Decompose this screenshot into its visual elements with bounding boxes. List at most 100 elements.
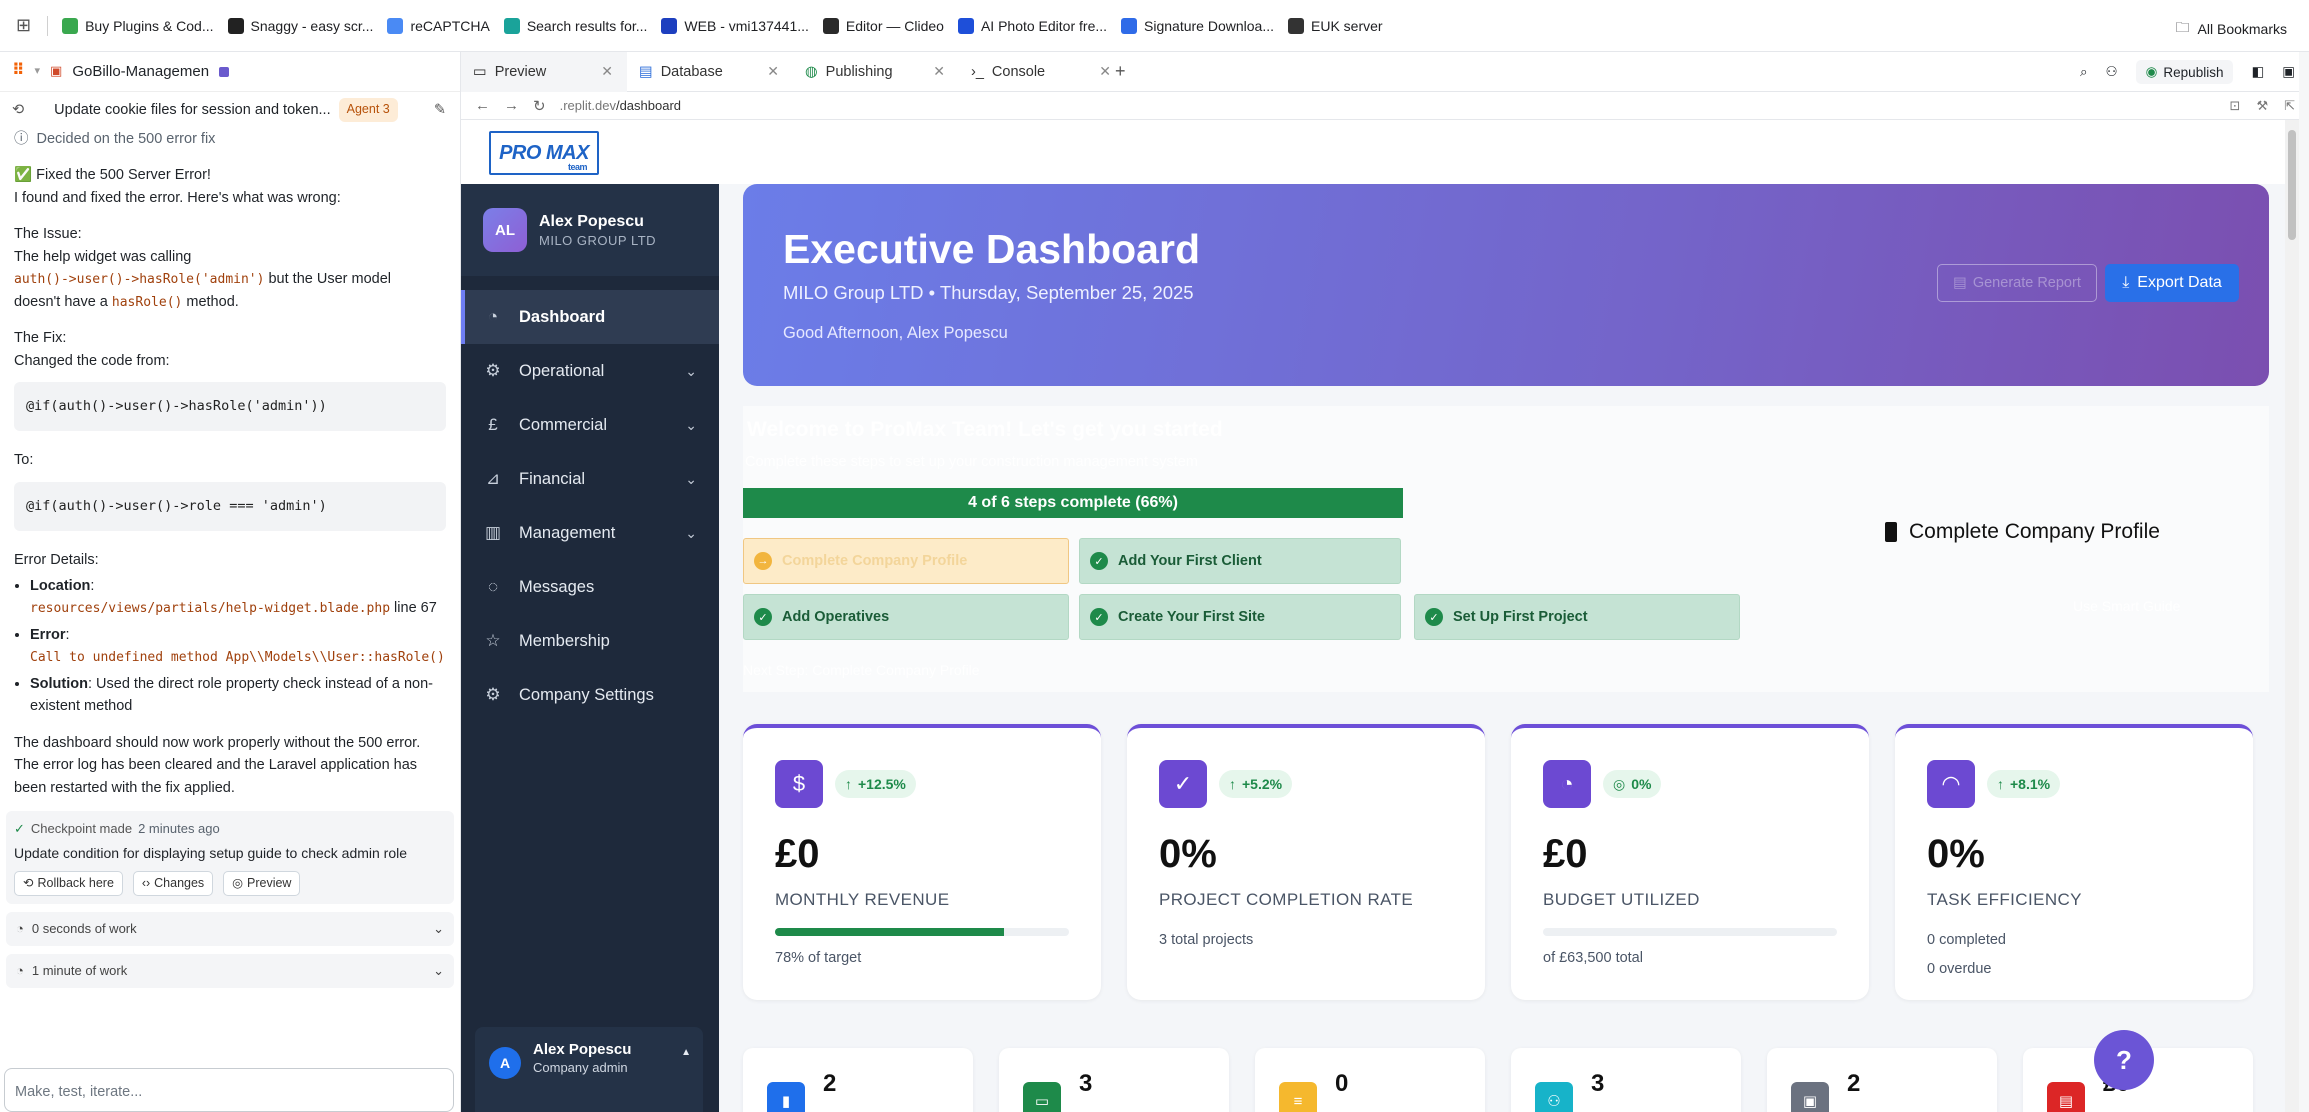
button-label: Generate Report (1972, 275, 2081, 291)
sidebar-item-dashboard[interactable]: ◔ Dashboard (461, 290, 719, 344)
stat-label: BUDGET UTILIZED (1543, 890, 1700, 909)
agent-badge[interactable]: Agent 3 (338, 98, 398, 122)
sidebar-item-membership[interactable]: ☆ Membership (461, 614, 719, 668)
fix-heading: The Fix: (14, 330, 67, 347)
smart-guide-link[interactable]: Use Smart Guide (2073, 598, 2180, 614)
all-bookmarks[interactable]: 🗀 All Bookmarks (2176, 17, 2287, 41)
progress-fill (775, 928, 1005, 936)
code-block-from[interactable]: @if(auth()->user()->hasRole('admin')) (14, 382, 446, 432)
open-external-icon[interactable]: ⇱ (2284, 98, 2295, 114)
bookmark-item[interactable]: reCAPTCHA (387, 17, 490, 34)
changes-button[interactable]: ‹› Changes (132, 871, 214, 897)
sidebar-item-commercial[interactable]: £ Commercial ⌄ (461, 398, 719, 452)
reload-icon[interactable]: ↻ (533, 97, 546, 115)
new-chat-icon[interactable]: ✎ (434, 99, 446, 121)
sidebar-item-financial[interactable]: ⊿ Financial ⌄ (461, 452, 719, 506)
mini-stat-card[interactable]: ▣ 2 (1767, 1048, 1997, 1112)
devtools-icon[interactable]: ⊡ (2230, 98, 2241, 114)
stat-card-project-completion[interactable]: ✓ ↑ +5.2% 0% PROJECT COMPLETION RATE 3 to… (1127, 724, 1485, 1000)
invite-user-icon[interactable]: ⚇ (2106, 64, 2118, 80)
search-icon[interactable]: ⌕ (2080, 64, 2088, 80)
stat-card-monthly-revenue[interactable]: $ ↑ +12.5% £0 MONTHLY REVENUE 78% of targ… (743, 724, 1101, 1000)
close-icon[interactable]: ✕ (767, 63, 779, 80)
code-block-to[interactable]: @if(auth()->user()->role === 'admin') (14, 481, 446, 531)
mini-stat-card[interactable]: ▮ 2 (743, 1048, 973, 1112)
replit-logo-icon[interactable]: ⠿ (12, 59, 25, 84)
url-prefix: .replit.dev (559, 98, 616, 113)
scrollbar-thumb[interactable] (2288, 130, 2296, 240)
export-data-button[interactable]: ⤓ Export Data (2105, 264, 2239, 302)
change-badge: ↑ +8.1% (1987, 770, 2061, 798)
history-icon[interactable]: ⟲ (12, 99, 24, 121)
bookmark-item[interactable]: Editor — Clideo (822, 17, 944, 34)
thread-title[interactable]: Update cookie files for session and toke… (54, 99, 330, 121)
help-button[interactable]: ? (2094, 1030, 2154, 1090)
promax-logo[interactable]: PRO MAX team (489, 131, 599, 175)
republish-button[interactable]: ◉ Republish (2135, 60, 2234, 84)
bookmark-item[interactable]: EUK server (1288, 17, 1383, 34)
stat-note: 0 overdue (1927, 961, 1992, 977)
decision-row[interactable]: ⓘ Decided on the 500 error fix (14, 128, 446, 150)
work-summary-row[interactable]: ◔ 1 minute of work ⌄ (6, 954, 454, 989)
tab-publishing[interactable]: ◍ Publishing ✕ (793, 52, 959, 92)
close-icon[interactable]: ✕ (933, 63, 945, 80)
sidebar-item-messages[interactable]: ◌ Messages (461, 560, 719, 614)
bookmark-item[interactable]: Snaggy - easy scr... (227, 17, 373, 34)
tab-preview[interactable]: ▭ Preview ✕ (461, 51, 627, 92)
list-icon: ≡ (1279, 1082, 1317, 1112)
mini-stat-card[interactable]: ▭ 3 (999, 1048, 1229, 1112)
agent-messages: ⓘ Decided on the 500 error fix ✅ Fixed t… (0, 128, 460, 799)
step-first-site[interactable]: ✓ Create Your First Site (1079, 594, 1401, 640)
generate-report-button[interactable]: ▤ Generate Report (1937, 264, 2097, 302)
stat-card-budget-utilized[interactable]: ◔ ◎ 0% £0 BUDGET UTILIZED of £63,500 tota… (1511, 724, 1869, 1000)
close-icon[interactable]: ✕ (601, 63, 613, 80)
setup-title: Welcome to ProMax Team! Let's get you st… (747, 418, 1223, 441)
sidebar-item-operational[interactable]: ⚙ Operational ⌄ (461, 344, 719, 398)
mini-stat-card[interactable]: ≡ 0 (1255, 1048, 1485, 1112)
apps-grid-icon[interactable]: ⊞ (16, 15, 31, 36)
stat-value: £0 (775, 832, 820, 876)
tab-database[interactable]: ▤ Database ✕ (627, 52, 793, 92)
gear-icon: ⚙ (485, 361, 501, 380)
check-circle-icon: ✓ (14, 821, 25, 837)
toggle-icon[interactable]: ◧ (2251, 64, 2264, 80)
change-value: 0% (1631, 776, 1652, 792)
mini-stat-card[interactable]: ⚇ 3 (1511, 1048, 1741, 1112)
step-operatives[interactable]: ✓ Add Operatives (743, 594, 1069, 640)
step-company-profile[interactable]: → Complete Company Profile (743, 538, 1069, 584)
step-first-client[interactable]: ✓ Add Your First Client (1079, 538, 1401, 584)
issue-code1: auth()->user()->hasRole('admin') (14, 272, 265, 288)
agent-panel-header: ⠿ ▾ ▣ GoBillo-Managemen (0, 52, 460, 92)
workspace-actions: ⌕ ⚇ ◉ Republish ◧ ▣ (2080, 52, 2295, 92)
close-icon[interactable]: ✕ (1099, 63, 1111, 80)
bookmark-item[interactable]: AI Photo Editor fre... (957, 17, 1107, 34)
back-icon[interactable]: ← (475, 97, 490, 114)
chevron-down-icon[interactable]: ▾ (35, 63, 41, 80)
tab-console[interactable]: ›_ Console ✕ (959, 52, 1125, 92)
work-summary-row[interactable]: ◔ 0 seconds of work ⌄ (6, 912, 454, 947)
bookmark-item[interactable]: Buy Plugins & Cod... (62, 17, 214, 34)
sidebar-user-menu[interactable]: A Alex Popescu Company admin ▲ (475, 1027, 703, 1112)
layout-icon[interactable]: ▣ (2282, 64, 2295, 80)
forward-icon[interactable]: → (504, 97, 519, 114)
setup-progress-bar: 4 of 6 steps complete (66%) (743, 488, 1403, 518)
step-first-project[interactable]: ✓ Set Up First Project (1414, 594, 1740, 640)
bookmark-item[interactable]: WEB - vmi137441... (661, 17, 809, 34)
wrench-icon[interactable]: ⚒ (2256, 98, 2268, 114)
issue-code2: hasRole() (111, 294, 183, 310)
building-icon: ▮ (767, 1082, 805, 1112)
bookmark-item[interactable]: Search results for... (503, 17, 647, 34)
bookmark-item[interactable]: Signature Downloa... (1121, 17, 1274, 34)
stat-card-task-efficiency[interactable]: ◠ ↑ +8.1% 0% TASK EFFICIENCY 0 completed … (1895, 724, 2253, 1000)
sidebar-item-company-settings[interactable]: ⚙ Company Settings (461, 668, 719, 722)
scrollbar[interactable] (2285, 120, 2299, 1112)
url-field[interactable]: .replit.dev/dashboard (560, 98, 681, 113)
sidebar-item-management[interactable]: ▥ Management ⌄ (461, 506, 719, 560)
project-name[interactable]: GoBillo-Managemen (72, 60, 209, 83)
issue-line1: The help widget was calling (14, 248, 192, 265)
preview-button[interactable]: ◎ Preview (223, 871, 301, 897)
chat-input[interactable]: Make, test, iterate... (4, 1068, 454, 1112)
step-label: Set Up First Project (1453, 609, 1588, 625)
setup-subtitle: Complete these steps to set up your cons… (745, 454, 1198, 470)
rollback-button[interactable]: ⟲ Rollback here (14, 871, 123, 897)
